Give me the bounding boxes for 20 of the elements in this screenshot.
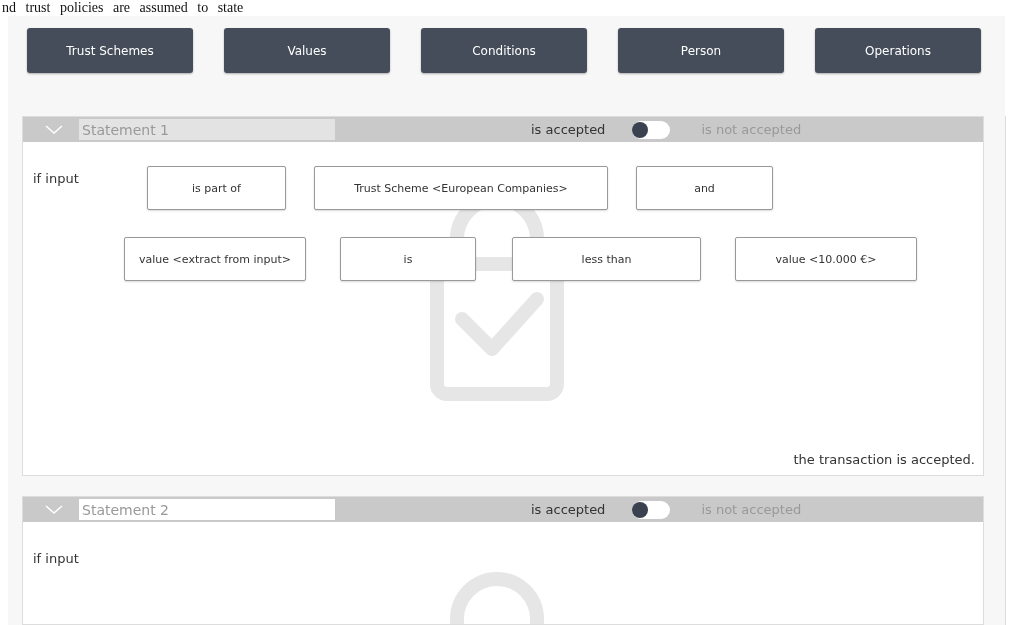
toolbar-button[interactable]: Operations	[815, 28, 981, 73]
result-text: the transaction is accepted.	[793, 452, 975, 467]
condition-block[interactable]: value <extract from input>	[124, 237, 306, 281]
if-input-label: if input	[33, 550, 80, 566]
condition-block[interactable]: less than	[512, 237, 701, 281]
condition-block[interactable]: Trust Scheme <European Companies>	[314, 166, 608, 210]
accepted-label: is accepted	[531, 122, 606, 137]
condition-block[interactable]: and	[636, 166, 773, 210]
toolbar-button[interactable]: Trust Schemes	[27, 28, 193, 73]
condition-block[interactable]: is part of	[147, 166, 286, 210]
toolbar-button[interactable]: Conditions	[421, 28, 587, 73]
if-input-label: if input	[33, 170, 80, 186]
toolbar-button[interactable]: Person	[618, 28, 784, 73]
accept-toggle[interactable]	[632, 500, 671, 519]
condition-block[interactable]: is	[340, 237, 476, 281]
toolbar-button[interactable]: Values	[224, 28, 390, 73]
accept-toggle[interactable]	[632, 120, 671, 139]
condition-block[interactable]: value <10.000 €>	[735, 237, 917, 281]
caption-text: nd trust policies are assumed to state	[1, 0, 244, 16]
accepted-label: is accepted	[531, 502, 606, 517]
